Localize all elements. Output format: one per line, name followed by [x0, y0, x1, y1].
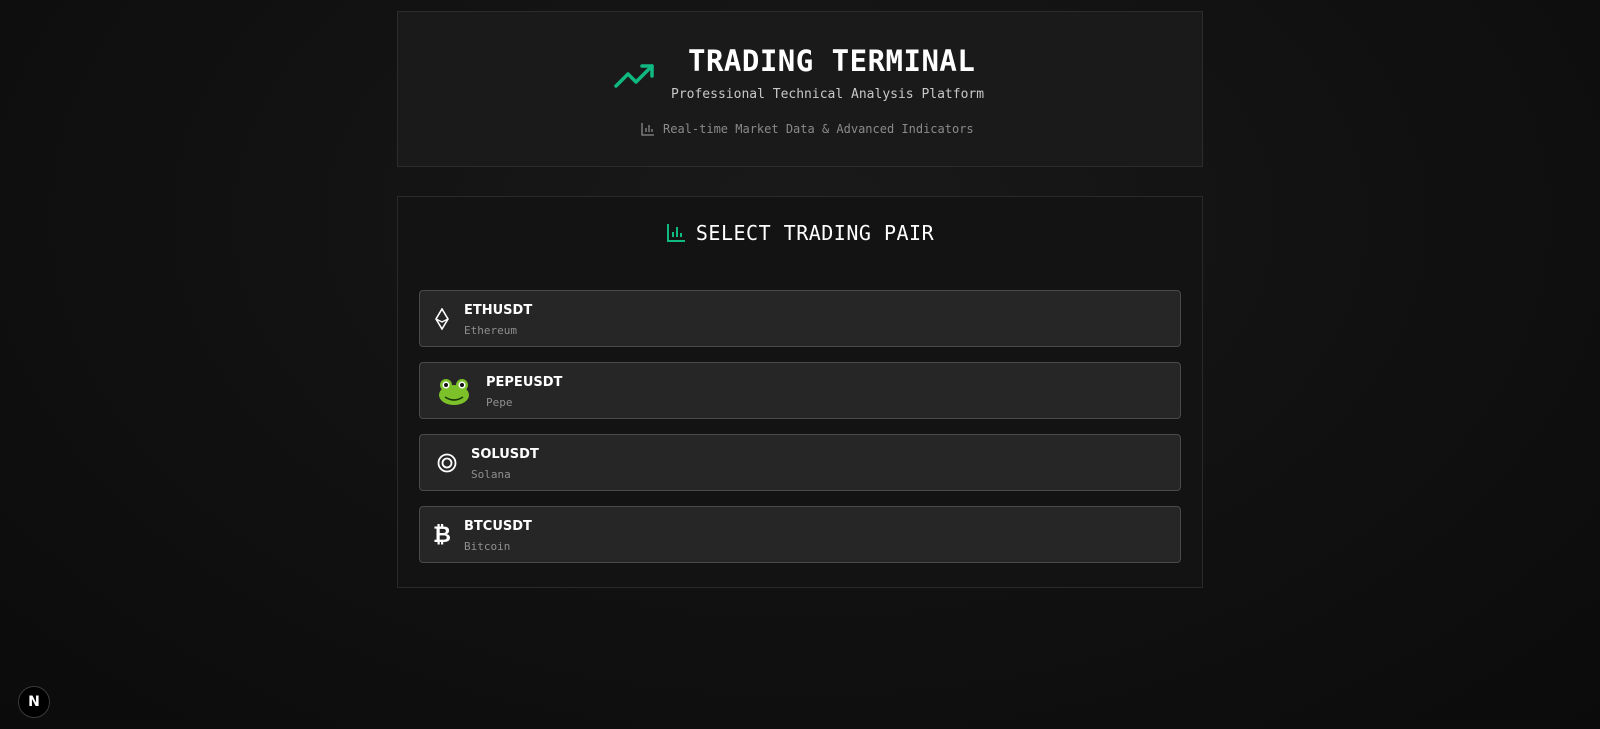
pair-symbol: SOLUSDT [471, 447, 539, 462]
pair-option-ethusdt[interactable]: ETHUSDT Ethereum [419, 290, 1181, 347]
pair-selector-card: SELECT TRADING PAIR ETHUSDT Ethereum PEP… [397, 196, 1203, 588]
frog-icon [436, 363, 472, 418]
bar-chart-icon [666, 224, 685, 242]
pair-name: Solana [471, 468, 511, 481]
bar-chart-icon [641, 123, 654, 136]
page-subtitle: Professional Technical Analysis Platform [671, 87, 985, 102]
pair-name: Bitcoin [464, 540, 511, 553]
pair-list: ETHUSDT Ethereum PEPEUSDT Pepe SOLUSDT S… [419, 290, 1181, 578]
section-title-text: SELECT TRADING PAIR [695, 221, 935, 245]
ethereum-icon [434, 291, 450, 346]
nextjs-badge-button[interactable]: N [18, 686, 50, 718]
pair-name: Ethereum [464, 324, 517, 337]
tagline: Real-time Market Data & Advanced Indicat… [641, 122, 974, 136]
pair-symbol: ETHUSDT [464, 303, 533, 318]
pair-option-solusdt[interactable]: SOLUSDT Solana [419, 434, 1181, 491]
tagline-text: Real-time Market Data & Advanced Indicat… [663, 122, 974, 136]
section-title: SELECT TRADING PAIR [398, 221, 1202, 245]
solana-ring-icon [436, 435, 458, 490]
header-card: TRADING TERMINAL Professional Technical … [397, 11, 1203, 167]
pair-option-pepeusdt[interactable]: PEPEUSDT Pepe [419, 362, 1181, 419]
bitcoin-icon: ₿ [433, 522, 451, 548]
pair-symbol: BTCUSDT [464, 519, 532, 534]
trending-up-icon [614, 64, 654, 88]
pair-symbol: PEPEUSDT [486, 375, 563, 390]
main-container: TRADING TERMINAL Professional Technical … [397, 11, 1203, 588]
pair-option-btcusdt[interactable]: ₿ BTCUSDT Bitcoin [419, 506, 1181, 563]
page-title: TRADING TERMINAL [688, 44, 976, 78]
pair-name: Pepe [486, 396, 513, 409]
